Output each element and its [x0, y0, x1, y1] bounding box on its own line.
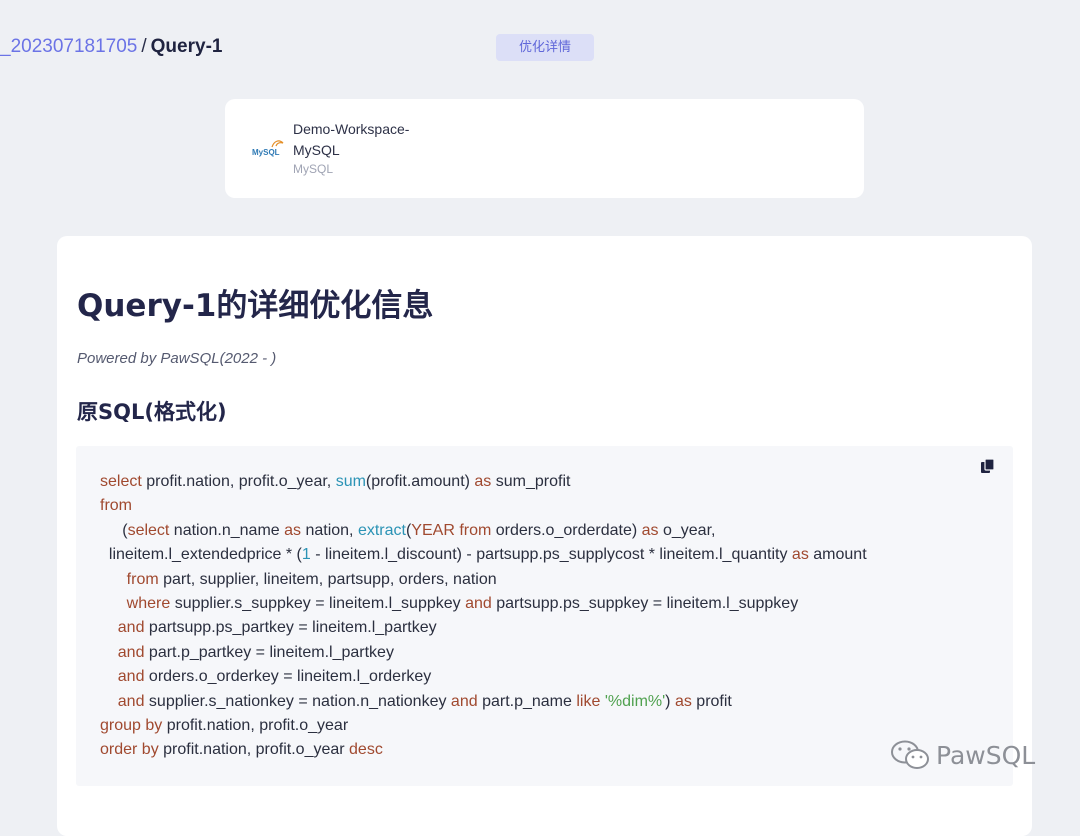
sql-text: ( — [100, 521, 128, 539]
page-title: Query-1的详细优化信息 — [77, 288, 434, 324]
mysql-logo-text: MySQL — [252, 148, 280, 157]
sql-keyword: where — [126, 595, 171, 613]
sql-keyword: YEAR from — [411, 521, 492, 539]
sql-keyword: as — [284, 521, 302, 539]
sql-keyword: as — [474, 473, 492, 490]
code-line: and supplier.s_nationkey = nation.n_nati… — [100, 693, 732, 710]
sql-keyword: like — [576, 692, 601, 710]
sql-keyword: as — [791, 546, 809, 564]
sql-string: '%dim%' — [604, 692, 666, 710]
sql-code: select profit.nation, profit.o_year, sum… — [100, 470, 867, 763]
sql-keyword: and — [117, 692, 145, 710]
sql-text: partsupp.ps_suppkey = lineitem.l_suppkey — [491, 595, 799, 613]
sql-text: orders.o_orderdate) — [491, 521, 642, 539]
sql-text: profit.nation, profit.o_year — [162, 717, 349, 735]
tab-optimization-details[interactable]: 优化详情 — [496, 34, 594, 61]
code-line: from — [100, 497, 132, 514]
sql-text: - lineitem.l_discount) - partsupp.ps_sup… — [310, 546, 792, 564]
workspace-name: Demo-Workspace-MySQL — [293, 121, 410, 158]
sql-keyword: order by — [100, 741, 159, 759]
sql-text: profit.nation, profit.o_year, — [141, 473, 336, 490]
code-line: and partsupp.ps_partkey = lineitem.l_par… — [100, 619, 437, 636]
code-line: and orders.o_orderkey = lineitem.l_order… — [100, 668, 432, 686]
sql-keyword: and — [117, 643, 145, 661]
code-line: from part, supplier, lineitem, partsupp,… — [100, 571, 497, 588]
code-line: where supplier.s_suppkey = lineitem.l_su… — [100, 595, 799, 613]
sql-keyword: as — [674, 692, 692, 710]
optimization-detail-card: Query-1的详细优化信息 Powered by PawSQL(2022 - … — [57, 236, 1032, 836]
sql-text: supplier.s_nationkey = nation.n_nationke… — [144, 692, 451, 710]
workspace-db-type: MySQL — [293, 162, 334, 176]
sql-keyword: from — [100, 497, 132, 515]
watermark-text: PawSQL — [936, 740, 1036, 770]
sql-function: extract — [357, 521, 406, 539]
powered-by-text: Powered by PawSQL(2022 - ) — [77, 350, 277, 367]
sql-function: sum — [335, 473, 366, 490]
sql-text: profit.nation, profit.o_year — [158, 741, 350, 759]
sql-text: orders.o_orderkey = lineitem.l_orderkey — [144, 668, 432, 686]
sql-keyword: as — [641, 521, 659, 539]
workspace-card[interactable]: MySQL Demo-Workspace-MySQL MySQL — [225, 99, 864, 198]
sql-text: amount — [808, 546, 867, 564]
sql-text: part.p_name — [477, 692, 577, 710]
sql-text: part, supplier, lineitem, partsupp, orde… — [158, 570, 497, 588]
sql-text: nation, — [301, 521, 358, 539]
watermark: PawSQL — [890, 738, 1035, 772]
sql-text: sum_profit — [491, 473, 571, 490]
sql-keyword: from — [126, 570, 159, 588]
sql-keyword: select — [127, 521, 170, 539]
sql-number: 1 — [301, 546, 311, 564]
sql-text: (profit.amount) — [365, 473, 475, 490]
sql-text: nation.n_name — [169, 521, 285, 539]
breadcrumb-current: Query-1 — [150, 36, 223, 57]
sql-keyword: and — [465, 595, 492, 613]
breadcrumb-parent-link[interactable]: _202307181705 — [0, 36, 137, 57]
code-line: and part.p_partkey = lineitem.l_partkey — [100, 644, 394, 661]
sql-keyword: and — [117, 668, 145, 686]
sql-text: partsupp.ps_partkey = lineitem.l_partkey — [144, 619, 437, 637]
sql-keyword: desc — [349, 741, 383, 759]
sql-keyword: group by — [100, 717, 163, 735]
code-line: group by profit.nation, profit.o_year — [100, 717, 348, 734]
sql-code-block: select profit.nation, profit.o_year, sum… — [76, 446, 1013, 786]
sql-text: o_year, — [658, 521, 716, 539]
sql-text: ) — [665, 692, 675, 710]
section-title-original-sql: 原SQL(格式化) — [77, 400, 227, 424]
sql-text: lineitem.l_extendedprice * ( — [100, 546, 302, 564]
wechat-icon — [891, 740, 929, 769]
copy-icon[interactable] — [980, 458, 996, 474]
breadcrumb: _202307181705/Query-1 — [0, 36, 222, 58]
code-line: lineitem.l_extendedprice * (1 - lineitem… — [100, 546, 867, 563]
code-line: select profit.nation, profit.o_year, sum… — [100, 473, 570, 490]
code-line: order by profit.nation, profit.o_year de… — [100, 741, 383, 758]
sql-text: profit — [691, 692, 732, 710]
sql-keyword: and — [117, 619, 145, 637]
sql-text: part.p_partkey = lineitem.l_partkey — [144, 643, 394, 661]
mysql-logo-icon: MySQL — [252, 140, 284, 157]
sql-keyword: and — [450, 692, 478, 710]
sql-text: supplier.s_suppkey = lineitem.l_suppkey — [170, 595, 466, 613]
breadcrumb-separator: / — [141, 36, 147, 57]
code-line: (select nation.n_name as nation, extract… — [100, 522, 715, 539]
sql-keyword: select — [100, 473, 142, 490]
